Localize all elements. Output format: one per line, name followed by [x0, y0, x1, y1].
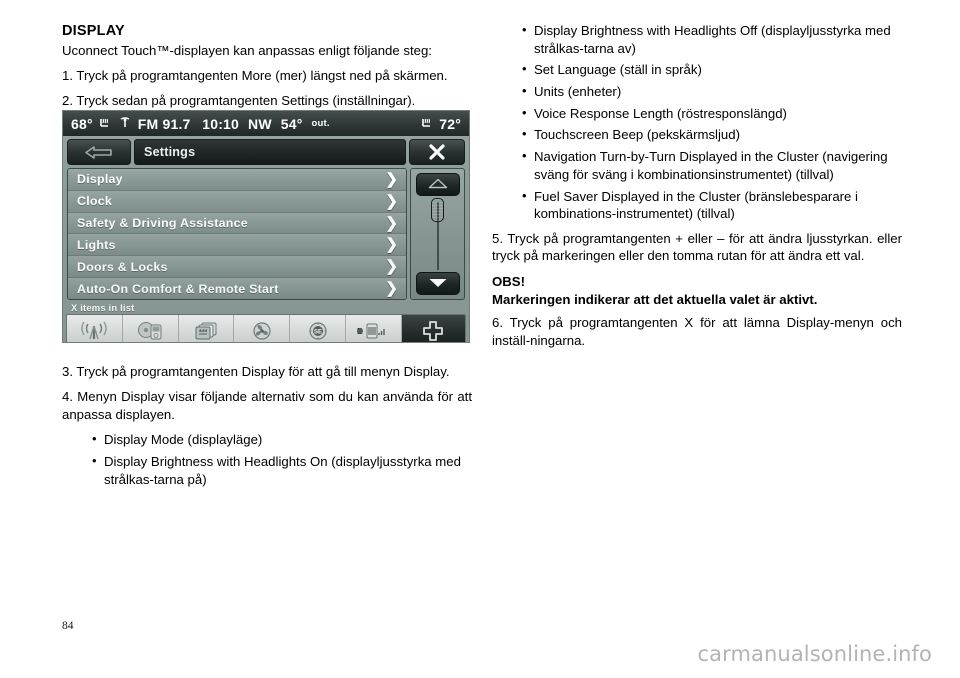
- step-6: 6. Tryck på programtangenten X för att l…: [492, 315, 902, 348]
- manual-page: DISPLAY Uconnect Touch™-displayen kan an…: [0, 0, 960, 678]
- list-item: Fuel Saver Displayed in the Cluster (brä…: [522, 186, 902, 223]
- step-2: 2. Tryck sedan på programtangenten Setti…: [62, 93, 416, 109]
- screen-title-field: Settings: [134, 139, 406, 165]
- toolbar-button-label: Phone: [359, 343, 389, 344]
- list-item: Touchscreen Beep (pekskärmsljud): [522, 125, 902, 144]
- toolbar-button-controls[interactable]: Controls: [179, 315, 235, 344]
- settings-menu-list: Display ❯ Clock ❯ Safety & Driving Assis…: [67, 168, 407, 300]
- clock-display: 10:10: [202, 115, 240, 132]
- items-in-list-caption: X items in list: [71, 302, 135, 313]
- outside-temp-label: out.: [311, 118, 330, 129]
- seat-heat-left-icon: [98, 117, 113, 131]
- note-title: OBS!: [492, 273, 525, 289]
- toolbar-button-radio[interactable]: Radio: [67, 315, 123, 344]
- radio-band-frequency: FM 91.7: [137, 115, 191, 132]
- menu-item-label: Safety & Driving Assistance: [77, 216, 248, 231]
- triangle-down-icon: [428, 275, 448, 293]
- toolbar-button-nav[interactable]: SE Nav: [290, 315, 347, 344]
- step-3: 3. Tryck på programtangenten Display för…: [62, 363, 450, 379]
- right-column: Display Brightness with Headlights Off (…: [492, 21, 902, 357]
- cabin-temp-left: 68°: [71, 115, 93, 132]
- triangle-up-icon: [428, 176, 448, 194]
- status-bar-center: 10:10 NW 54° out.: [202, 116, 330, 132]
- menu-item-display[interactable]: Display ❯: [68, 169, 406, 191]
- menu-item-safety-driving-assistance[interactable]: Safety & Driving Assistance ❯: [68, 212, 406, 235]
- screen-title-bar: Settings: [67, 139, 465, 165]
- toolbar-button-more[interactable]: More: [401, 315, 465, 344]
- outside-temp: 54°: [280, 115, 303, 132]
- toolbar-button-climate[interactable]: Climate: [234, 315, 291, 344]
- plus-icon: [421, 320, 445, 342]
- status-bar: 68° FM 91.7 10:10 NW 54° out. 72°: [63, 111, 469, 136]
- watermark: carmanualsonline.info: [697, 642, 932, 666]
- menu-item-clock[interactable]: Clock ❯: [68, 190, 406, 213]
- left-bullet-list: Display Mode (displayläge) Display Brigh…: [62, 430, 472, 488]
- list-item: Units (enheter): [522, 82, 902, 101]
- scroll-thumb[interactable]: [431, 198, 444, 222]
- menu-item-auto-on-comfort-remote-start[interactable]: Auto-On Comfort & Remote Start ❯: [68, 278, 406, 299]
- scroll-down-button[interactable]: [415, 272, 460, 295]
- screen-body: Display ❯ Clock ❯ Safety & Driving Assis…: [67, 168, 465, 300]
- toolbar-button-label: Nav: [309, 343, 327, 344]
- scroll-up-button[interactable]: [415, 173, 460, 196]
- chevron-right-icon: ❯: [385, 214, 398, 232]
- toolbar-button-label: Climate: [244, 343, 280, 344]
- back-arrow-icon: [84, 145, 114, 159]
- toolbar-button-label: Controls: [186, 343, 227, 344]
- menu-item-label: Clock: [77, 194, 112, 209]
- radio-signal-icon: [118, 116, 133, 131]
- bottom-toolbar: Radio Player: [66, 314, 466, 344]
- right-bullet-list: Display Brightness with Headlights Off (…: [492, 21, 902, 223]
- status-bar-right: 72°: [420, 116, 461, 132]
- close-button[interactable]: [409, 139, 465, 165]
- toolbar-button-phone[interactable]: B Phone: [346, 315, 402, 344]
- scroll-track[interactable]: [411, 196, 464, 272]
- status-bar-left: 68° FM 91.7: [71, 116, 191, 132]
- phone-icon: B: [356, 320, 392, 342]
- menu-item-lights[interactable]: Lights ❯: [68, 234, 406, 257]
- close-x-icon: [428, 143, 446, 161]
- toolbar-button-player[interactable]: Player: [123, 315, 179, 344]
- scrollbar[interactable]: [410, 168, 465, 300]
- chevron-right-icon: ❯: [385, 170, 398, 188]
- list-item: Voice Response Length (röstresponslängd): [522, 104, 902, 123]
- chevron-right-icon: ❯: [385, 236, 398, 254]
- list-item: Display Brightness with Headlights On (d…: [92, 452, 472, 488]
- cabin-temp-right: 72°: [439, 115, 461, 132]
- climate-fan-icon: [247, 320, 277, 342]
- menu-item-label: Display: [77, 172, 123, 187]
- screen-title: Settings: [144, 145, 196, 159]
- menu-item-doors-locks[interactable]: Doors & Locks ❯: [68, 256, 406, 279]
- menu-item-label: Doors & Locks: [77, 259, 168, 274]
- nav-compass-icon: SE: [303, 320, 333, 342]
- uconnect-screenshot-figure: 68° FM 91.7 10:10 NW 54° out. 72° Settin…: [62, 110, 470, 343]
- media-player-icon: [135, 320, 165, 342]
- toolbar-button-label: Player: [135, 343, 165, 344]
- list-item: Set Language (ställ in språk): [522, 60, 902, 79]
- menu-item-label: Lights: [77, 237, 116, 252]
- back-button[interactable]: [67, 139, 131, 165]
- intro-paragraph: Uconnect Touch™-displayen kan anpassas e…: [62, 43, 432, 59]
- chevron-right-icon: ❯: [385, 280, 398, 298]
- toolbar-button-label: More: [422, 343, 446, 344]
- controls-icon: [191, 320, 221, 342]
- step-5: 5. Tryck på programtangenten + eller – f…: [492, 230, 902, 264]
- compass-heading: NW: [248, 115, 272, 132]
- step-1: 1. Tryck på programtangenten More (mer) …: [62, 67, 448, 83]
- seat-heat-right-icon: [420, 117, 435, 131]
- list-item: Navigation Turn-by-Turn Displayed in the…: [522, 147, 902, 183]
- radio-antenna-icon: [79, 320, 109, 342]
- chevron-right-icon: ❯: [385, 258, 398, 276]
- note-text: Markeringen indikerar att det aktuella v…: [492, 291, 818, 307]
- page-title: DISPLAY: [62, 23, 125, 39]
- step-4: 4. Menyn Display visar följande alternat…: [62, 389, 472, 422]
- page-number: 84: [62, 620, 74, 632]
- list-item: Display Brightness with Headlights Off (…: [522, 21, 902, 57]
- toolbar-button-label: Radio: [81, 343, 108, 344]
- svg-text:SE: SE: [314, 329, 322, 335]
- menu-item-label: Auto-On Comfort & Remote Start: [77, 281, 279, 296]
- chevron-right-icon: ❯: [385, 192, 398, 210]
- list-item: Display Mode (displayläge): [92, 430, 472, 449]
